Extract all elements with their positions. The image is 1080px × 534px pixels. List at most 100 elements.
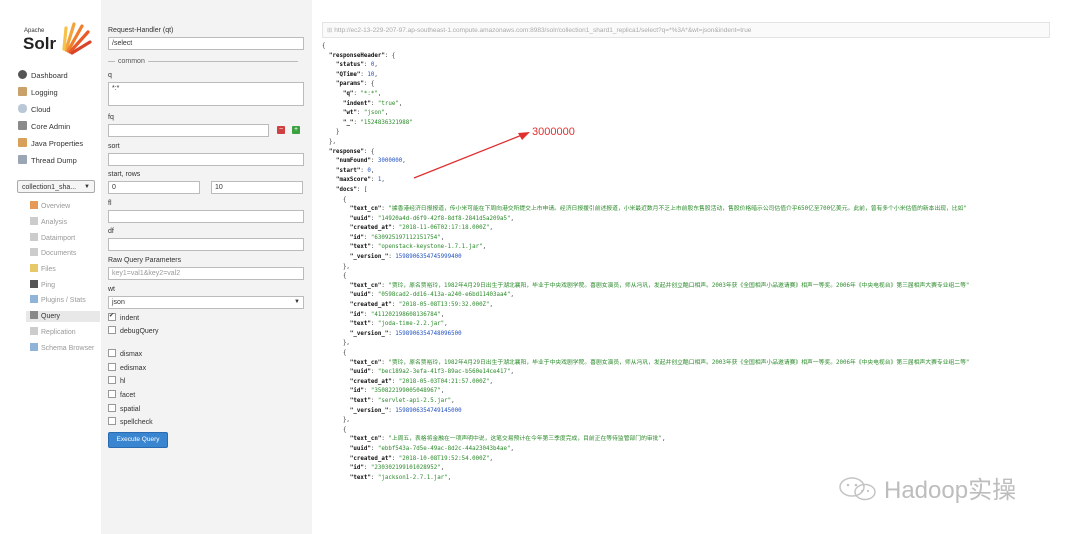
json-key: "indent" xyxy=(342,100,371,107)
annotation-label: 3000000 xyxy=(532,126,575,138)
core-item-plugins-stats[interactable]: Plugins / Stats xyxy=(30,295,86,306)
funnel-icon xyxy=(30,217,38,225)
json-key: "_version_" xyxy=(349,407,389,414)
json-string: "true" xyxy=(377,100,399,107)
json-punct xyxy=(322,283,350,289)
json-punct: , xyxy=(489,378,494,385)
fl-label: fl xyxy=(108,200,112,207)
json-punct xyxy=(322,398,350,404)
json-punct xyxy=(322,360,350,366)
checkbox-label: facet xyxy=(120,392,136,399)
hl-checkbox[interactable]: hl xyxy=(108,376,125,387)
json-string: "411202198608136784" xyxy=(370,311,441,318)
json-punct xyxy=(322,158,336,164)
request-handler-input[interactable]: /select xyxy=(108,37,304,50)
solr-sun-icon xyxy=(62,22,92,55)
json-string: "*:*" xyxy=(360,90,378,97)
core-item-analysis[interactable]: Analysis xyxy=(30,217,67,228)
request-url-link[interactable]: ⊞ http://ec2-13-229-207-97.ap-southeast-… xyxy=(322,22,1050,38)
checkbox-label: dismax xyxy=(120,351,143,358)
core-item-files[interactable]: Files xyxy=(30,264,56,275)
spellcheck-checkbox[interactable]: spellcheck xyxy=(108,417,153,428)
core-item-overview[interactable]: Overview xyxy=(30,201,70,212)
replication-icon xyxy=(30,327,38,335)
json-string: "2018-11-06T02:17:18.000Z" xyxy=(398,225,490,232)
wt-select[interactable]: json ▼ xyxy=(108,296,304,309)
checkbox-label: edismax xyxy=(120,365,147,372)
json-punct: : xyxy=(363,62,371,69)
core-item-query[interactable]: Query xyxy=(26,311,100,322)
nav-core-admin[interactable]: Core Admin xyxy=(18,121,70,133)
json-line: "text_cn": "贾玲，原名贾裕玲，1982年4月29日出生于湖北襄阳，毕… xyxy=(322,282,1052,292)
dismax-checkbox[interactable]: dismax xyxy=(108,349,142,360)
json-line: "uuid": "bec189a2-3efa-41f3-89ac-b560e14… xyxy=(322,368,1052,378)
json-string: "2018-10-08T19:52:54.000Z" xyxy=(398,455,490,462)
json-punct: : xyxy=(356,110,364,117)
spatial-checkbox[interactable]: spatial xyxy=(108,404,140,415)
json-key: "params" xyxy=(335,81,364,88)
json-string: "jackson1-2.7.1.jar" xyxy=(377,474,448,481)
fq-input[interactable] xyxy=(108,124,269,137)
json-key: "text" xyxy=(349,474,371,481)
logo-solr-text: Solr xyxy=(23,34,57,53)
sort-input[interactable] xyxy=(108,153,304,166)
edismax-checkbox[interactable]: edismax xyxy=(108,363,146,374)
nav-logging[interactable]: Logging xyxy=(18,87,58,99)
core-item-ping[interactable]: Ping xyxy=(30,280,55,291)
nav-label: Core Admin xyxy=(31,122,71,131)
json-punct: , xyxy=(489,225,494,232)
core-admin-icon xyxy=(18,121,27,130)
nav-label: Thread Dump xyxy=(31,156,77,165)
remove-fq-button[interactable]: − xyxy=(277,126,285,134)
json-punct: , xyxy=(398,100,403,107)
json-number: 1598906354745999400 xyxy=(395,254,462,261)
json-string: "14920a4d-d6f9-42f8-8df8-2841d5a209a5" xyxy=(377,215,511,222)
nav-dashboard[interactable]: Dashboard xyxy=(18,70,68,82)
df-input[interactable] xyxy=(108,238,304,251)
start-input[interactable]: 0 xyxy=(108,181,200,194)
indent-checkbox[interactable]: indent xyxy=(108,311,139,324)
core-item-replication[interactable]: Replication xyxy=(30,327,76,338)
core-item-dataimport[interactable]: Dataimport xyxy=(30,233,75,244)
json-line: "text_cn": "贾玲，原名贾裕玲，1982年4月29日出生于湖北襄阳，毕… xyxy=(322,359,1052,369)
json-line: "wt": "json", xyxy=(322,109,1052,119)
json-punct: : xyxy=(370,215,378,222)
nav-thread-dump[interactable]: Thread Dump xyxy=(18,155,77,167)
solr-logo[interactable]: Apache Solr xyxy=(22,20,92,60)
json-line: "maxScore": 1, xyxy=(322,176,1052,186)
q-textarea[interactable]: *:* xyxy=(108,82,304,106)
add-fq-button[interactable]: + xyxy=(292,126,300,134)
execute-query-button[interactable]: Execute Query xyxy=(108,432,168,448)
rows-input[interactable]: 10 xyxy=(211,181,303,194)
json-punct: { xyxy=(322,196,347,203)
chevron-down-icon: ▼ xyxy=(84,184,90,190)
json-string: "據香港经济日报报道，传小米可能在下周向港交所提交上市申请。经济日报援引前述报道… xyxy=(388,206,967,213)
json-punct: : { xyxy=(363,148,375,155)
json-punct: : { xyxy=(363,81,375,88)
core-item-documents[interactable]: Documents xyxy=(30,248,76,259)
nav-cloud[interactable]: Cloud xyxy=(18,104,51,116)
json-line: "uuid": "ebbf543a-7d5e-49ac-8d2c-44a2304… xyxy=(322,445,1052,455)
json-punct xyxy=(322,302,350,308)
json-punct xyxy=(322,408,350,414)
json-line: "_version_": 1598906354745999400 xyxy=(322,253,1052,263)
core-item-schema-browser[interactable]: Schema Browser xyxy=(30,343,94,354)
raw-params-input[interactable]: key1=val1&key2=val2 xyxy=(108,267,304,280)
json-string: "贾玲，原名贾裕玲，1982年4月29日出生于湖北襄阳，毕业于中央戏剧学院。喜剧… xyxy=(388,359,970,366)
json-string: "bec189a2-3efa-41f3-89ac-b560e14ce417" xyxy=(377,369,511,376)
fl-input[interactable] xyxy=(108,210,304,223)
json-punct: : xyxy=(370,292,378,299)
json-line: "created_at": "2018-11-06T02:17:18.000Z"… xyxy=(322,224,1052,234)
json-punct: : xyxy=(370,445,378,452)
json-line: "text_cn": "上周五，表格将金融在一项声明中说，这笔交易预计在今年第三… xyxy=(322,435,1052,445)
debugquery-checkbox[interactable]: debugQuery xyxy=(108,326,159,337)
json-punct: , xyxy=(440,311,445,318)
nav-java-properties[interactable]: Java Properties xyxy=(18,138,83,150)
core-selector[interactable]: collection1_sha... ▼ xyxy=(17,180,95,193)
home-icon xyxy=(30,201,38,209)
json-line: "created_at": "2018-05-03T04:21:57.000Z"… xyxy=(322,378,1052,388)
json-punct xyxy=(322,331,350,337)
json-string: "0598cad2-dd16-413a-a240-e6bd11403aa4" xyxy=(377,292,511,299)
json-line: { xyxy=(322,349,1052,359)
facet-checkbox[interactable]: facet xyxy=(108,390,135,401)
